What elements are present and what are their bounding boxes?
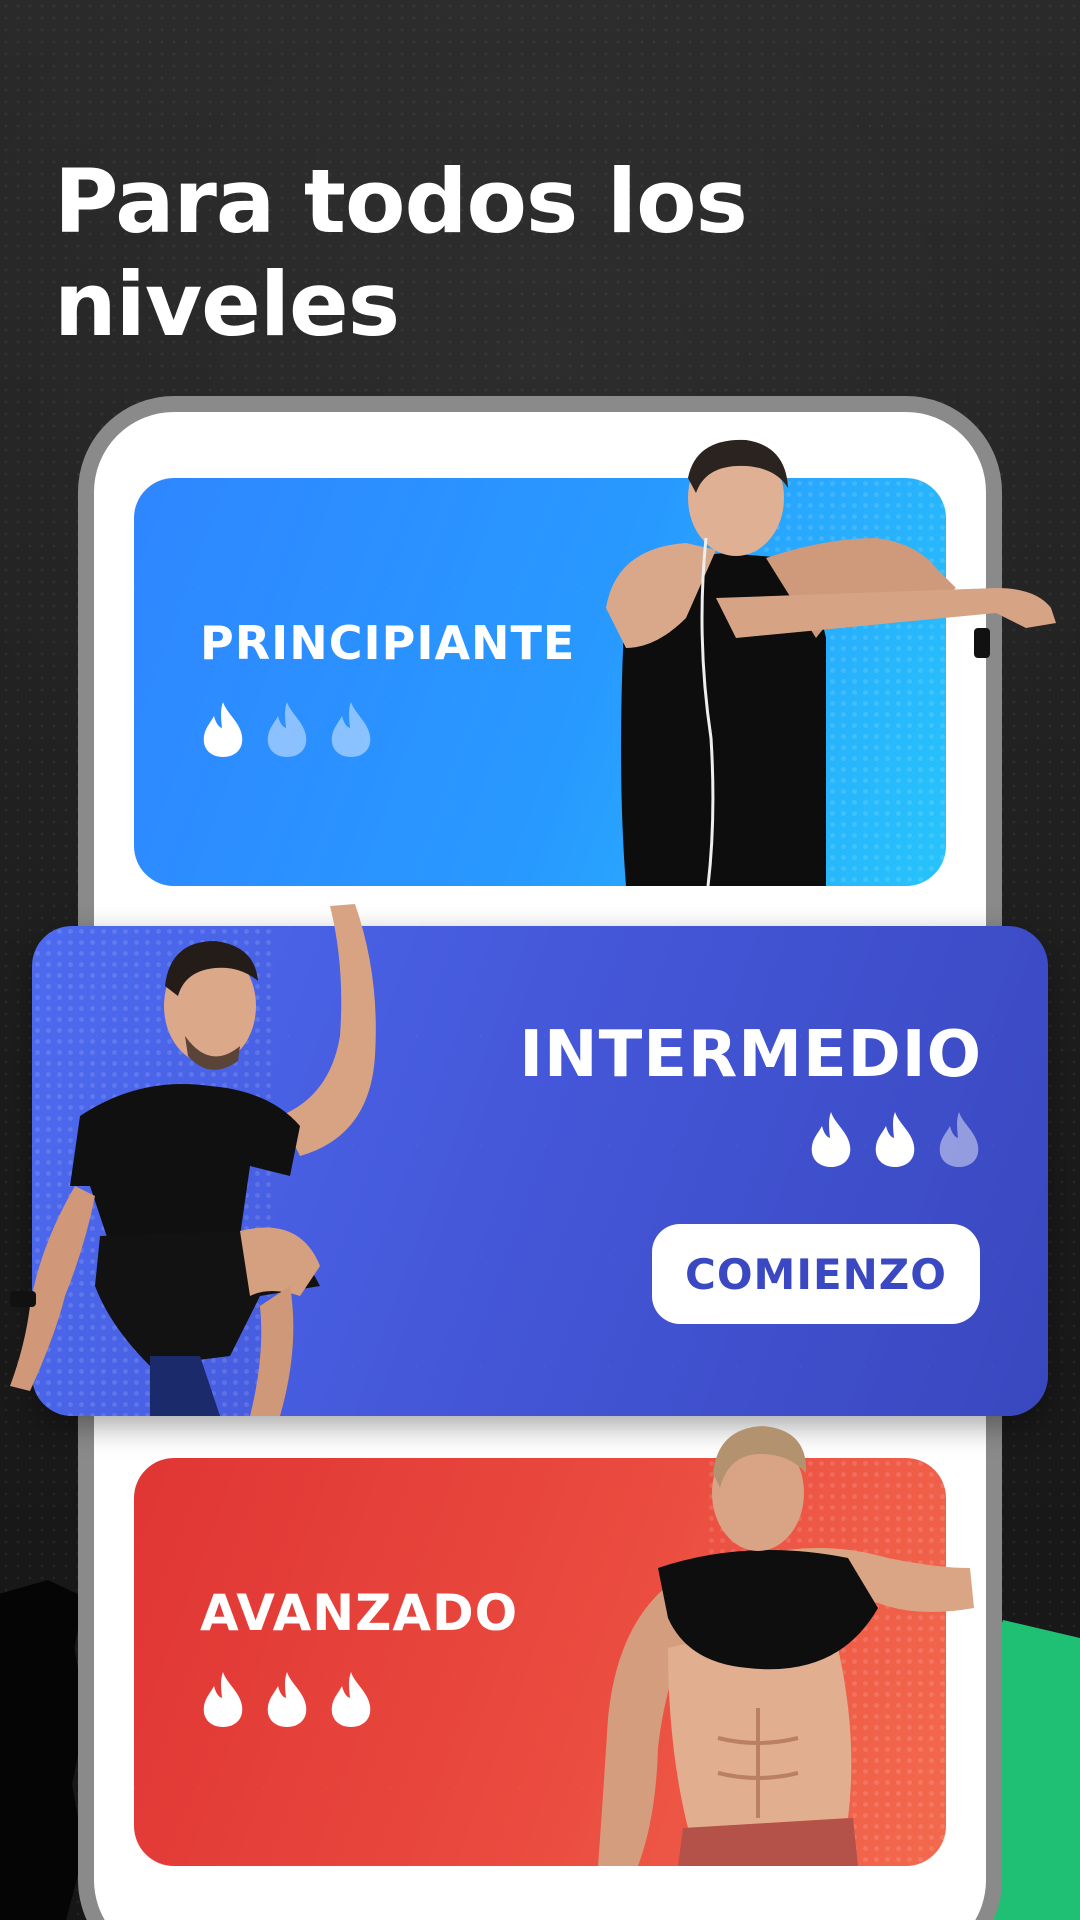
advanced-athlete-image: [598, 1426, 974, 1866]
intermediate-athlete-image: [10, 904, 376, 1416]
flame-icon: [939, 1112, 979, 1167]
beginner-athlete-image: [606, 439, 1056, 886]
flame-icon: [203, 702, 243, 757]
intensity-rating-beginner: [200, 700, 374, 758]
intensity-rating-intermediate: [808, 1110, 982, 1168]
level-title-advanced: AVANZADO: [200, 1584, 519, 1642]
flame-icon: [267, 1672, 307, 1727]
screen: Para todos los niveles PRINCIPIANTE INTE…: [0, 0, 1080, 1920]
intensity-rating-advanced: [200, 1670, 374, 1728]
flame-icon: [331, 702, 371, 757]
start-button[interactable]: COMIENZO: [652, 1224, 980, 1324]
flame-icon: [811, 1112, 851, 1167]
level-title-intermediate: INTERMEDIO: [519, 1018, 982, 1092]
flame-icon: [331, 1672, 371, 1727]
headline: Para todos los niveles: [54, 150, 748, 356]
level-title-beginner: PRINCIPIANTE: [200, 616, 576, 670]
flame-icon: [203, 1672, 243, 1727]
flame-icon: [267, 702, 307, 757]
flame-icon: [875, 1112, 915, 1167]
